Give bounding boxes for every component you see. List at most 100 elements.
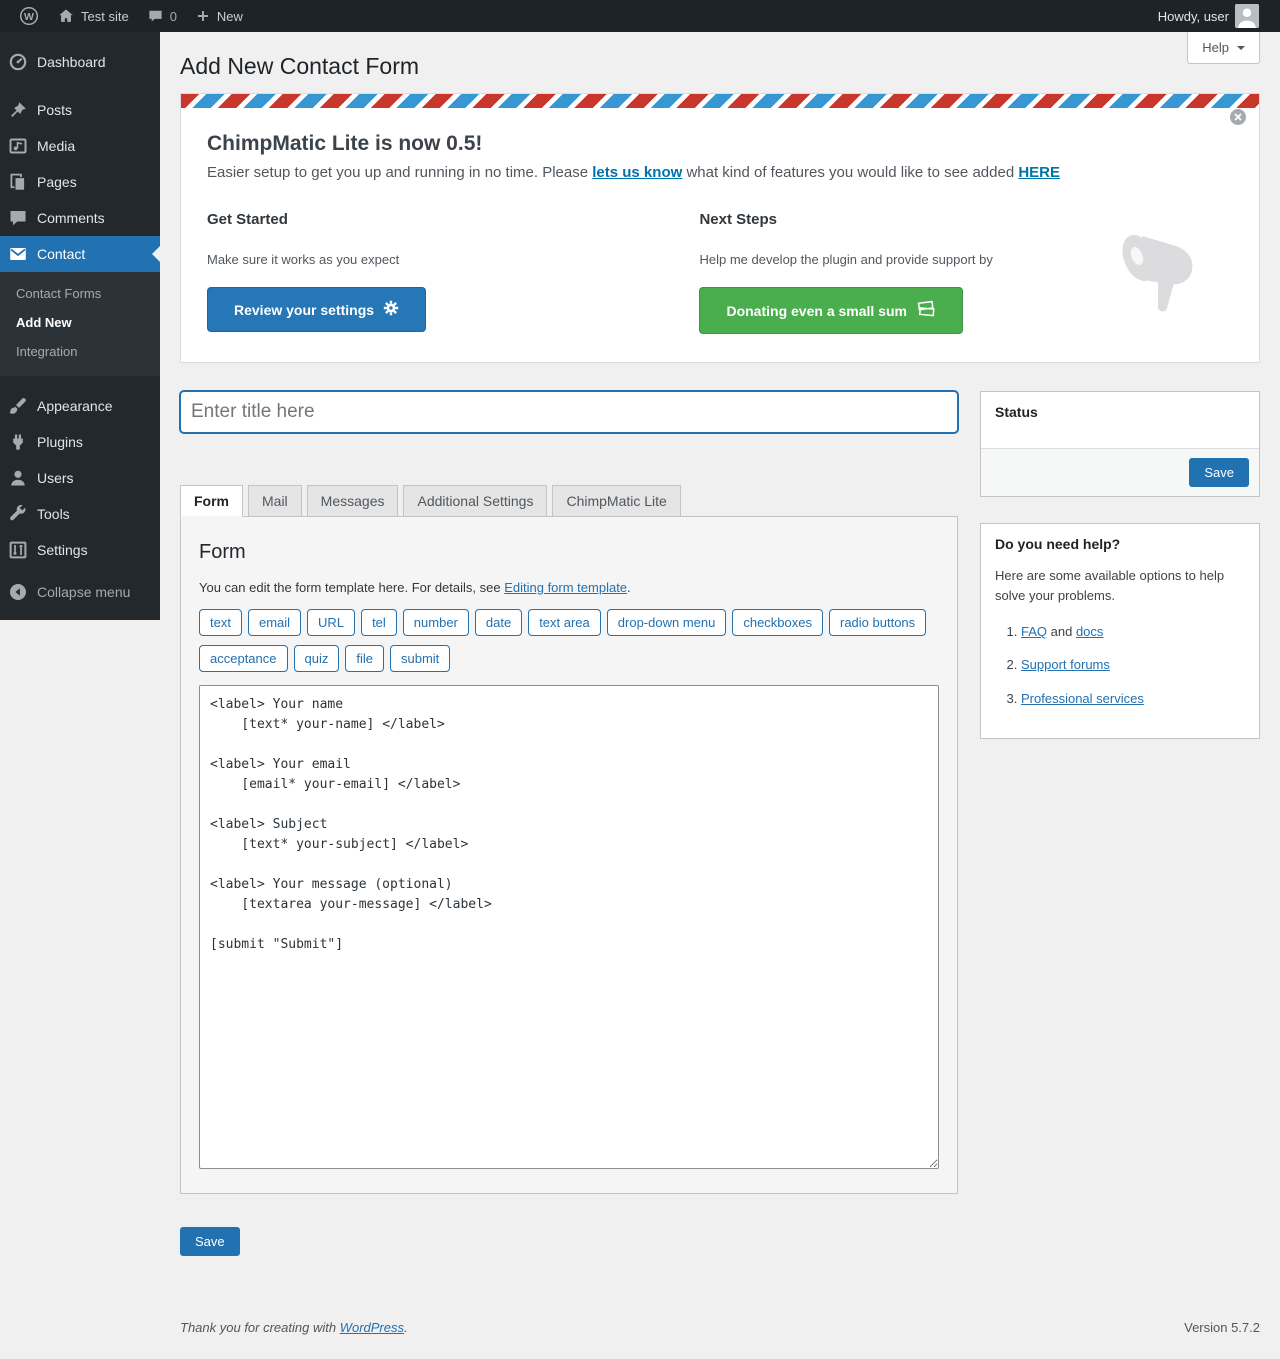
help-tab[interactable]: Help	[1187, 32, 1260, 64]
new-label: New	[216, 8, 243, 24]
status-metabox: Status Save	[980, 391, 1260, 497]
banner-intro-text: Easier setup to get you up and running i…	[207, 164, 593, 181]
donate-button[interactable]: Donating even a small sum	[699, 287, 963, 334]
tag-button-url[interactable]: URL	[307, 609, 356, 636]
comments-icon	[8, 208, 28, 228]
status-save-button[interactable]: Save	[1189, 458, 1249, 487]
sidebar-label: Users	[37, 470, 74, 486]
sidebar-item-users[interactable]: Users	[0, 460, 160, 496]
footer-version: Version 5.7.2	[1184, 1320, 1260, 1335]
help-box-intro: Here are some available options to help …	[995, 568, 1225, 604]
status-body	[981, 432, 1259, 448]
sidebar-label: Pages	[37, 174, 77, 190]
tag-generator-buttons: text email URL tel number date text area drop-d…	[199, 609, 939, 681]
banner-intro: Easier setup to get you up and running i…	[207, 164, 1233, 181]
faq-link[interactable]: FAQ	[1021, 624, 1047, 639]
submenu-item-add-new[interactable]: Add New	[0, 308, 160, 337]
tag-button-submit[interactable]: submit	[389, 645, 451, 672]
tag-button-drop-down-menu[interactable]: drop-down menu	[606, 609, 727, 636]
tag-button-acceptance[interactable]: acceptance	[199, 645, 288, 672]
collapse-arrow-icon	[8, 582, 28, 602]
editing-form-template-link[interactable]: Editing form template	[504, 580, 627, 595]
tag-button-quiz[interactable]: quiz	[293, 645, 340, 672]
admin-footer: Thank you for creating with WordPress. V…	[180, 1256, 1260, 1359]
tab-form[interactable]: Form	[180, 485, 243, 517]
sidebar-item-media[interactable]: Media	[0, 128, 160, 164]
sidebar-item-appearance[interactable]: Appearance	[0, 388, 160, 424]
tag-button-text[interactable]: text	[199, 609, 242, 636]
wordpress-link[interactable]: WordPress	[340, 1320, 404, 1335]
paintbrush-icon	[8, 396, 28, 416]
form-template-textarea[interactable]: <label> Your name [text* your-name] </la…	[199, 685, 939, 1169]
tag-button-tel[interactable]: tel	[361, 609, 397, 636]
get-started-heading: Get Started	[207, 211, 288, 228]
here-link[interactable]: HERE	[1018, 164, 1060, 181]
tag-button-number[interactable]: number	[402, 609, 469, 636]
sidebar-label: Plugins	[37, 434, 83, 450]
tag-button-radio-buttons[interactable]: radio buttons	[829, 609, 927, 636]
review-settings-button[interactable]: Review your settings	[207, 287, 427, 332]
admin-bar-my-account[interactable]: Howdy, user	[1149, 0, 1268, 32]
sidebar-item-plugins[interactable]: Plugins	[0, 424, 160, 460]
tag-button-date[interactable]: date	[474, 609, 523, 636]
next-steps-text: Help me develop the plugin and provide s…	[699, 252, 993, 267]
footer-thanks: Thank you for creating with WordPress.	[180, 1320, 408, 1335]
avatar	[1235, 4, 1259, 28]
sidebar-item-contact[interactable]: Contact	[0, 236, 160, 272]
sidebar-item-tools[interactable]: Tools	[0, 496, 160, 532]
admin-bar: W Test site 0 New Howdy, user	[0, 0, 1280, 32]
settings-icon	[8, 540, 28, 560]
wrench-icon	[8, 504, 28, 524]
banner-heading: ChimpMatic Lite is now 0.5!	[207, 132, 483, 155]
title-input[interactable]	[180, 391, 958, 433]
tag-button-file[interactable]: file	[345, 645, 384, 672]
help-label: Help	[1202, 40, 1229, 55]
form-legend: You can edit the form template here. For…	[199, 580, 939, 595]
sidebar-item-settings[interactable]: Settings	[0, 532, 160, 568]
status-title: Status	[995, 404, 1038, 420]
docs-link[interactable]: docs	[1076, 624, 1103, 639]
submenu-item-integration[interactable]: Integration	[0, 337, 160, 366]
user-icon	[8, 468, 28, 488]
media-icon	[8, 136, 28, 156]
money-icon	[916, 300, 936, 321]
next-steps-section: Next Steps Help me develop the plugin an…	[699, 203, 1079, 334]
list-item: FAQ and docs	[1021, 622, 1245, 642]
envelope-icon	[8, 244, 28, 264]
help-links-list: FAQ and docs Support forums Professional…	[995, 622, 1245, 708]
donate-label: Donating even a small sum	[726, 302, 907, 319]
sidebar-item-collapse-menu[interactable]: Collapse menu	[0, 574, 160, 610]
tab-additional-settings[interactable]: Additional Settings	[403, 485, 548, 517]
contact-submenu: Contact Forms Add New Integration	[0, 272, 160, 376]
sidebar-item-pages[interactable]: Pages	[0, 164, 160, 200]
admin-bar-site-name[interactable]: Test site	[48, 0, 138, 32]
professional-services-link[interactable]: Professional services	[1021, 691, 1144, 706]
tab-chimpmatic-lite[interactable]: ChimpMatic Lite	[552, 485, 681, 517]
tag-button-text-area[interactable]: text area	[528, 609, 601, 636]
dismiss-icon[interactable]	[1230, 109, 1246, 125]
sidebar-item-comments[interactable]: Comments	[0, 200, 160, 236]
sidebar-item-posts[interactable]: Posts	[0, 92, 160, 128]
admin-sidebar: Dashboard Posts Media Pages Comments Con…	[0, 32, 160, 620]
admin-bar-comments[interactable]: 0	[138, 0, 186, 32]
lets-us-know-link[interactable]: lets us know	[592, 164, 682, 181]
submenu-item-contact-forms[interactable]: Contact Forms	[0, 279, 160, 308]
get-started-section: Get Started Make sure it works as you ex…	[207, 203, 699, 334]
admin-bar-new[interactable]: New	[186, 0, 252, 32]
sidebar-label: Settings	[37, 542, 88, 558]
menu-separator	[0, 376, 160, 388]
footer-text: .	[404, 1320, 408, 1335]
plus-icon	[195, 8, 211, 24]
wordpress-logo-menu[interactable]: W	[10, 0, 48, 32]
tag-button-email[interactable]: email	[247, 609, 302, 636]
banner-intro-text: what kind of features you would like to …	[682, 164, 1019, 181]
save-button[interactable]: Save	[180, 1227, 240, 1256]
footer-text: Thank you for creating with	[180, 1320, 340, 1335]
support-forums-link[interactable]: Support forums	[1021, 657, 1110, 672]
tag-button-checkboxes[interactable]: checkboxes	[732, 609, 823, 636]
site-name-label: Test site	[81, 8, 129, 24]
tab-messages[interactable]: Messages	[306, 485, 399, 517]
sidebar-item-dashboard[interactable]: Dashboard	[0, 44, 160, 80]
sidebar-label: Tools	[37, 506, 70, 522]
tab-mail[interactable]: Mail	[248, 485, 302, 517]
